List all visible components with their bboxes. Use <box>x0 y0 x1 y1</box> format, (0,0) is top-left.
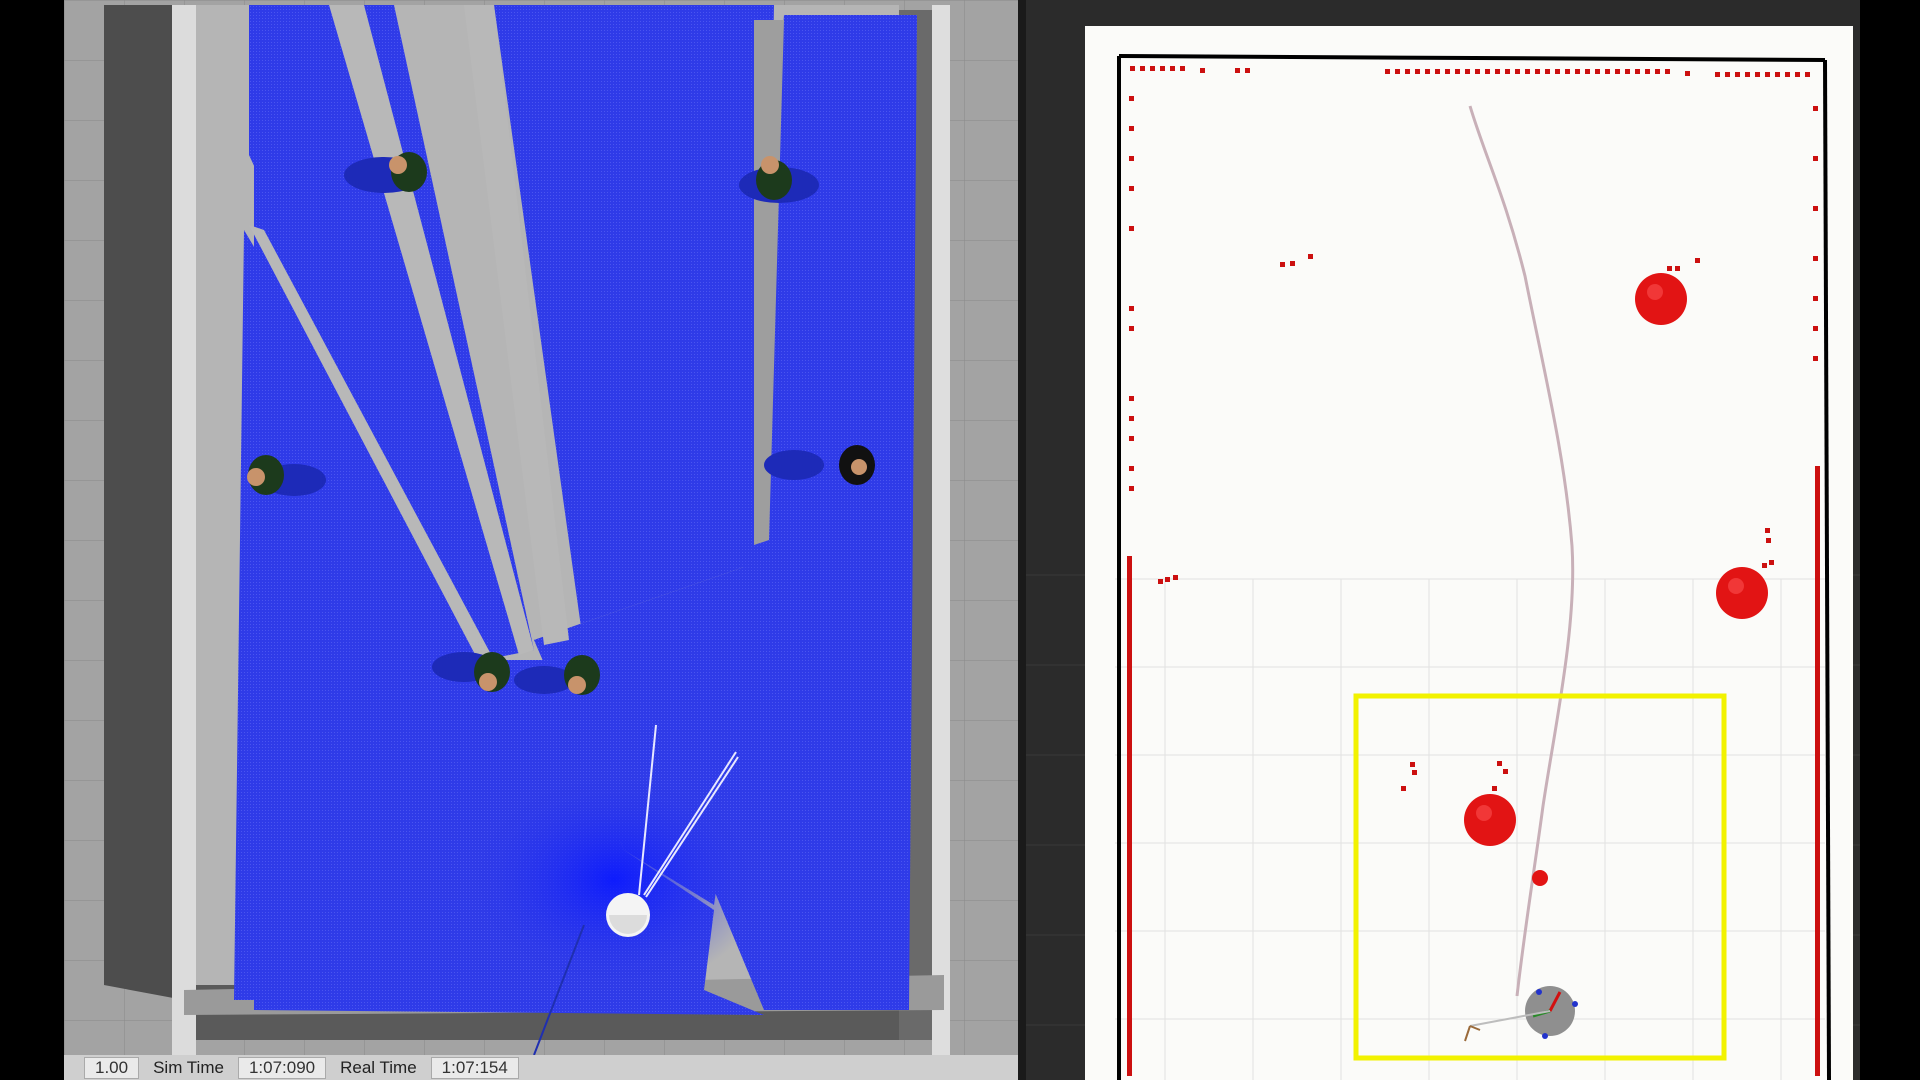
real-time-factor-value: 1.00 <box>84 1056 140 1079</box>
map-scene <box>1115 54 1831 1080</box>
left-wall <box>172 5 196 1055</box>
panel-separator <box>1018 0 1026 1080</box>
obstacle-marker <box>1532 870 1548 886</box>
laser-scan <box>234 5 917 1015</box>
obstacle-marker <box>1635 273 1687 325</box>
laser-points <box>1127 66 1820 1076</box>
obstacle-marker <box>1716 567 1768 619</box>
sim-time-label: Sim Time <box>153 1057 224 1077</box>
window-edge <box>1860 0 1920 1080</box>
real-time-value: 1:07:154 <box>430 1056 519 1079</box>
obstacle-marker <box>1464 794 1516 846</box>
real-time-label: Real Time <box>340 1057 417 1077</box>
sim-time-value: 1:07:090 <box>237 1056 327 1079</box>
simulation-scene <box>64 0 1018 1055</box>
simulation-status-bar: 1.00 Sim Time 1:07:090 Real Time 1:07:15… <box>64 1055 1018 1080</box>
simulation-viewport[interactable] <box>64 0 1018 1055</box>
right-wall <box>932 5 950 1055</box>
robot-marker <box>1464 986 1578 1042</box>
occupancy-map[interactable] <box>1085 26 1853 1080</box>
robot-path <box>1468 105 1575 997</box>
